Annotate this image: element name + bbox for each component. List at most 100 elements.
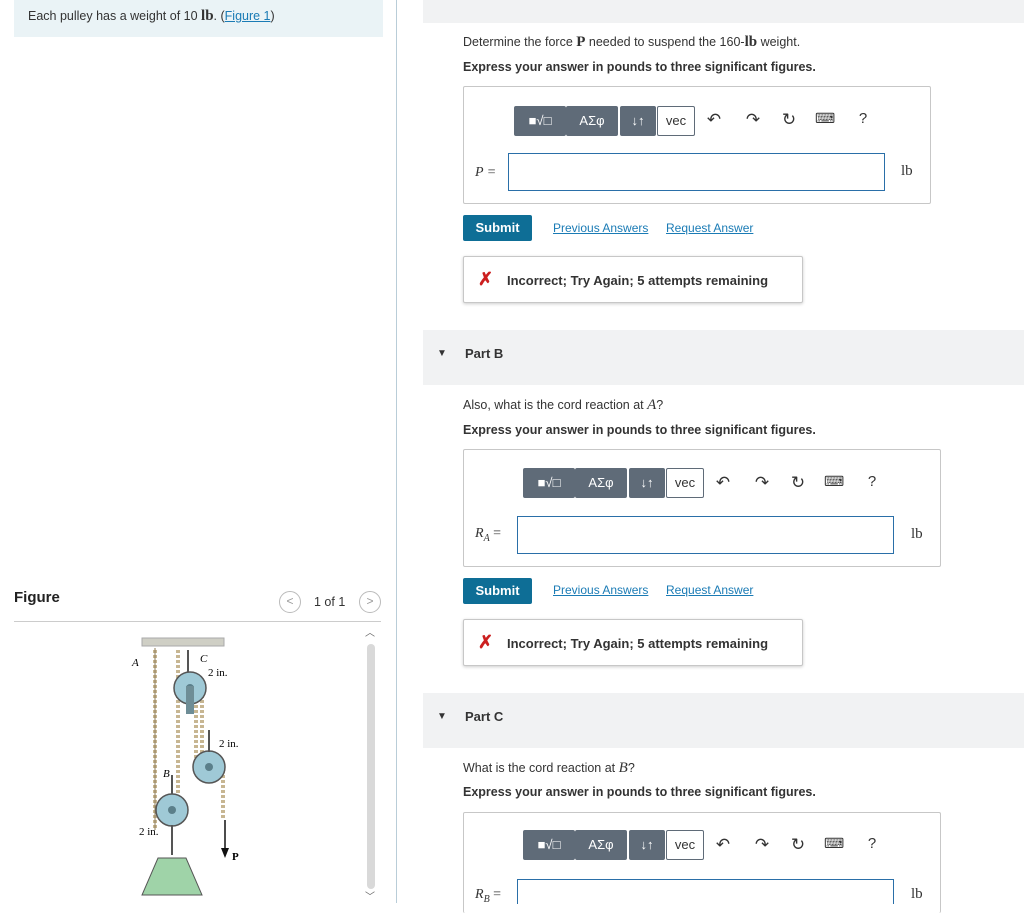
part-a-header-band [423,0,1024,23]
intro-text-part: Each pulley has a weight of 10 [28,9,202,23]
dim-label-1: 2 in. [208,667,228,679]
label-p: P [232,851,239,863]
scroll-up-icon[interactable]: ︿ [365,624,375,639]
vec-button[interactable]: vec [666,468,704,498]
question-text: weight. [757,35,801,49]
part-c-caret-icon[interactable]: ▼ [437,711,447,722]
part-c-instruction: Express your answer in pounds to three s… [463,785,816,799]
redo-icon[interactable]: ↷ [743,110,763,130]
part-b-caret-icon[interactable]: ▼ [437,348,447,359]
intro-text-part: . ( [213,9,225,23]
force-arrow [221,848,229,858]
dim-label-3: 2 in. [139,826,159,838]
reset-icon[interactable]: ↻ [788,473,808,493]
question-text: What is the cord reaction at [463,761,619,775]
part-b-submit-button[interactable]: Submit [463,578,532,604]
reset-icon[interactable]: ↻ [779,110,799,130]
p-answer-input[interactable] [508,153,885,191]
redo-icon[interactable]: ↷ [752,473,772,493]
keyboard-icon[interactable]: ⌨ [815,110,835,127]
part-a-submit-button[interactable]: Submit [463,215,532,241]
templates-button[interactable]: ■√□ [514,106,566,136]
greek-symbols-button[interactable]: ΑΣφ [575,468,627,498]
question-text: Determine the force [463,35,577,49]
keyboard-icon[interactable]: ⌨ [824,473,844,490]
part-a-feedback-text: Incorrect; Try Again; 5 attempts remaini… [507,273,769,288]
reset-icon[interactable]: ↻ [788,835,808,855]
p-label: P = [475,163,496,181]
question-unit: lb [744,34,758,50]
rb-label: RB = [475,887,501,905]
question-text: ? [627,761,635,775]
weight-block [141,857,203,896]
sort-button[interactable]: ↓↑ [620,106,656,136]
p-label-text: P = [475,165,497,180]
part-b-instruction: Express your answer in pounds to three s… [463,423,816,437]
undo-icon[interactable]: ↶ [704,110,724,130]
pager-text: 1 of 1 [314,595,346,609]
label-b: B [163,768,170,780]
rb-label-eq: = [489,887,502,902]
part-b-header[interactable] [423,330,1024,385]
label-c: C [200,653,208,665]
p-unit: lb [901,163,913,179]
question-text: needed to suspend the 160- [585,35,745,49]
help-icon[interactable]: ? [853,110,873,127]
redo-icon[interactable]: ↷ [752,835,772,855]
help-icon[interactable]: ? [862,473,882,490]
question-symbol: B [618,760,628,776]
incorrect-icon: ✗ [478,632,494,652]
greek-symbols-button[interactable]: ΑΣφ [575,830,627,860]
part-b-title[interactable]: Part B [465,346,503,361]
pane-divider [396,0,397,903]
templates-button[interactable]: ■√□ [523,830,575,860]
label-a: A [131,657,139,669]
pager-next-button[interactable]: > [359,591,381,613]
figure-divider [14,621,381,622]
dim-label-2: 2 in. [219,738,239,750]
sort-button[interactable]: ↓↑ [629,468,665,498]
ra-unit: lb [911,526,923,542]
part-b-request-answer-link[interactable]: Request Answer [666,583,753,597]
ra-label: RA = [475,526,501,544]
part-b-question: Also, what is the cord reaction at A? [463,397,663,414]
question-text: ? [656,398,664,412]
rb-unit: lb [911,886,923,902]
part-a-instruction: Express your answer in pounds to three s… [463,60,816,74]
part-a-request-answer-link[interactable]: Request Answer [666,221,753,235]
figure-scrollbar[interactable] [367,644,375,889]
ra-label-var: R [475,526,484,541]
greek-symbols-button[interactable]: ΑΣφ [566,106,618,136]
undo-icon[interactable]: ↶ [713,473,733,493]
intro-text-part: ) [270,9,275,23]
intro-text: Each pulley has a weight of 10 lb. (Figu… [28,8,275,25]
part-b-feedback-text: Incorrect; Try Again; 5 attempts remaini… [507,636,769,651]
ra-label-eq: = [489,526,502,541]
part-c-title[interactable]: Part C [465,709,503,724]
vec-button[interactable]: vec [666,830,704,860]
part-a-question: Determine the force P needed to suspend … [463,34,800,51]
scroll-down-icon[interactable]: ﹀ [365,888,375,903]
keyboard-icon[interactable]: ⌨ [824,835,844,852]
ceiling-support [141,637,225,647]
question-text: Also, what is the cord reaction at [463,398,648,412]
ra-answer-input[interactable] [517,516,894,554]
part-b-previous-answers-link[interactable]: Previous Answers [553,583,648,597]
part-a-previous-answers-link[interactable]: Previous Answers [553,221,648,235]
templates-button[interactable]: ■√□ [523,468,575,498]
part-c-question: What is the cord reaction at B? [463,760,635,777]
intro-unit: lb [201,8,214,24]
pager-prev-button[interactable]: < [279,591,301,613]
figure-link[interactable]: Figure 1 [225,9,271,23]
pulley-figure: A C 2 in. 2 in. B 2 in. P [131,637,239,896]
incorrect-icon: ✗ [478,269,494,289]
rb-answer-input[interactable] [517,879,894,904]
vec-button[interactable]: vec [657,106,695,136]
part-c-header[interactable] [423,693,1024,748]
question-symbol: A [647,397,657,413]
help-icon[interactable]: ? [862,835,882,852]
rb-label-var: R [475,887,484,902]
figure-title: Figure [14,589,60,606]
undo-icon[interactable]: ↶ [713,835,733,855]
sort-button[interactable]: ↓↑ [629,830,665,860]
